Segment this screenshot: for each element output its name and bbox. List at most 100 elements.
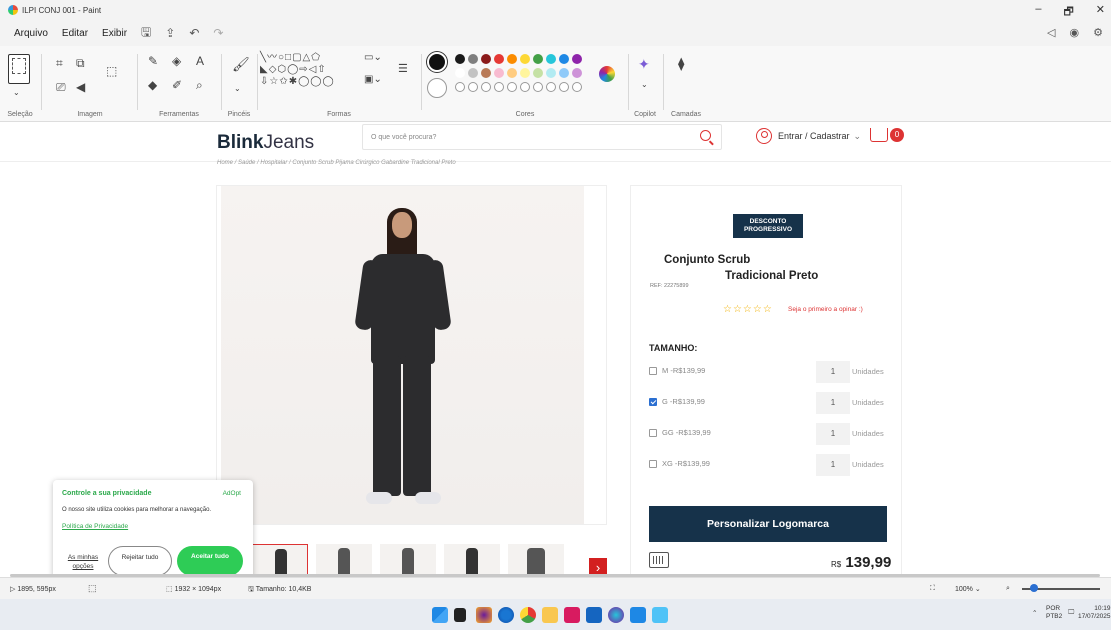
color-swatch[interactable] (455, 54, 465, 64)
quantity-input[interactable]: 1 (816, 454, 850, 476)
zoom-select[interactable]: 100% ⌄ (955, 585, 981, 593)
secondary-color-swatch[interactable] (427, 78, 447, 98)
language-indicator[interactable]: POR PTB2 (1046, 605, 1062, 621)
color-swatch[interactable] (572, 54, 582, 64)
color-swatch[interactable] (520, 68, 530, 78)
breadcrumb[interactable]: Home / Saúde / Hospitalar / Conjunto Scr… (217, 160, 456, 166)
color-swatch[interactable] (559, 54, 569, 64)
color-swatch[interactable] (559, 82, 569, 92)
thumbnail[interactable] (252, 544, 308, 577)
flip-icon[interactable]: ◀ (76, 80, 85, 94)
text-icon[interactable]: A (196, 54, 204, 68)
color-swatch[interactable] (520, 82, 530, 92)
size-checkbox[interactable] (649, 460, 657, 468)
file-explorer-icon[interactable] (542, 607, 558, 623)
color-swatch[interactable] (455, 68, 465, 78)
color-swatch[interactable] (468, 82, 478, 92)
store-icon[interactable] (630, 607, 646, 623)
thumbnail[interactable] (508, 544, 564, 577)
quantity-input[interactable]: 1 (816, 361, 850, 383)
login-link[interactable]: Entrar / Cadastrar ⌄ (756, 128, 861, 144)
menu-arquivo[interactable]: Arquivo (14, 28, 48, 39)
tray-chevron-icon[interactable]: ⌃ (1032, 610, 1037, 618)
size-checkbox[interactable] (649, 367, 657, 375)
redo-icon[interactable]: ↷ (213, 26, 223, 40)
menu-exibir[interactable]: Exibir (102, 28, 127, 39)
color-swatch[interactable] (572, 68, 582, 78)
color-swatch[interactable] (481, 82, 491, 92)
size-option-xg[interactable]: XG -R$139,99 1 Unidades (649, 454, 889, 476)
size-checkbox[interactable] (649, 398, 657, 406)
color-swatch[interactable] (533, 68, 543, 78)
brush-icon[interactable]: 🖌 (232, 56, 250, 73)
chevron-down-icon[interactable]: ⌄ (234, 84, 241, 93)
select-all-icon[interactable]: ⬚ (106, 64, 117, 78)
chrome-icon[interactable] (520, 607, 536, 623)
product-photo[interactable] (221, 186, 584, 524)
thumbnail[interactable] (316, 544, 372, 577)
color-swatch[interactable] (481, 54, 491, 64)
pencil-icon[interactable]: ✎ (148, 54, 158, 68)
edge-icon[interactable] (498, 607, 514, 623)
search-icon[interactable] (700, 130, 711, 141)
cart-button[interactable]: 0 (870, 128, 904, 142)
app-icon[interactable] (652, 607, 668, 623)
quantity-input[interactable]: 1 (816, 423, 850, 445)
magnifier-icon[interactable]: ⌕ (196, 78, 203, 93)
selection-tool-icon[interactable] (8, 54, 30, 84)
share-outline-icon[interactable]: ◁ (1047, 26, 1055, 39)
privacy-policy-link[interactable]: Política de Privacidade (62, 523, 128, 530)
photos-icon[interactable] (586, 607, 602, 623)
color-swatch[interactable] (468, 68, 478, 78)
color-swatch[interactable] (507, 82, 517, 92)
record-icon[interactable]: ◉ (1070, 26, 1080, 39)
line-size-icon[interactable]: ☰ (398, 62, 408, 75)
size-option-g[interactable]: G -R$139,99 1 Unidades (649, 392, 889, 414)
site-logo[interactable]: BlinkJeans (217, 132, 314, 154)
color-swatch[interactable] (468, 54, 478, 64)
color-swatch[interactable] (507, 54, 517, 64)
paint-taskbar-icon[interactable] (476, 607, 492, 623)
outline-icon[interactable]: ▭⌄ (364, 52, 382, 63)
quantity-input[interactable]: 1 (816, 392, 850, 414)
color-swatch[interactable] (507, 68, 517, 78)
shape-fill-icon[interactable]: ▣⌄ (364, 74, 382, 85)
shapes-gallery[interactable]: ╲〰○□▢△⬠ ◣◇⬡◯⇨◁⇧ ⇩☆✩✱◯◯◯ (260, 52, 335, 88)
fill-icon[interactable]: ◈ (172, 54, 181, 68)
clock[interactable]: 10:19 17/07/2025 (1078, 605, 1111, 621)
search-input[interactable]: O que você procura? (362, 124, 722, 150)
zoom-slider-thumb[interactable] (1030, 584, 1038, 592)
color-swatch[interactable] (455, 82, 465, 92)
thumbnail[interactable] (444, 544, 500, 577)
color-swatch[interactable] (572, 82, 582, 92)
network-icon[interactable]: 🖵 (1068, 609, 1074, 617)
edit-colors-icon[interactable] (599, 66, 615, 82)
review-link[interactable]: Seja o primeiro a opinar :) (788, 306, 863, 313)
customize-logo-button[interactable]: Personalizar Logomarca (649, 506, 887, 542)
zoom-out-icon[interactable]: ⌕ (1006, 585, 1010, 593)
color-swatch[interactable] (546, 82, 556, 92)
undo-icon[interactable]: ↶ (189, 26, 199, 40)
instagram-icon[interactable] (564, 607, 580, 623)
color-swatch[interactable] (533, 54, 543, 64)
primary-color-swatch[interactable] (427, 52, 447, 72)
layers-icon[interactable]: ⧫ (678, 56, 684, 72)
color-swatch[interactable] (494, 54, 504, 64)
color-swatch[interactable] (533, 82, 543, 92)
fit-icon[interactable]: ⛶ (930, 585, 935, 593)
crop-icon[interactable]: ⌗ (56, 56, 63, 71)
rating-stars[interactable]: ☆☆☆☆☆ (723, 304, 773, 315)
color-swatch[interactable] (494, 68, 504, 78)
menu-editar[interactable]: Editar (62, 28, 88, 39)
color-picker-icon[interactable]: ✐ (172, 78, 182, 92)
size-option-m[interactable]: M -R$139,99 1 Unidades (649, 361, 889, 383)
paint-canvas[interactable]: BlinkJeans O que você procura? Entrar / … (0, 122, 1111, 577)
color-swatch[interactable] (546, 54, 556, 64)
share-icon[interactable]: ⇪ (165, 26, 175, 40)
size-checkbox[interactable] (649, 429, 657, 437)
size-option-gg[interactable]: GG -R$139,99 1 Unidades (649, 423, 889, 445)
color-swatch[interactable] (520, 54, 530, 64)
rotate-icon[interactable]: ⎚ (56, 80, 66, 95)
reject-all-button[interactable]: Rejeitar tudo (108, 546, 172, 576)
resize-icon[interactable]: ⧉ (76, 56, 85, 71)
